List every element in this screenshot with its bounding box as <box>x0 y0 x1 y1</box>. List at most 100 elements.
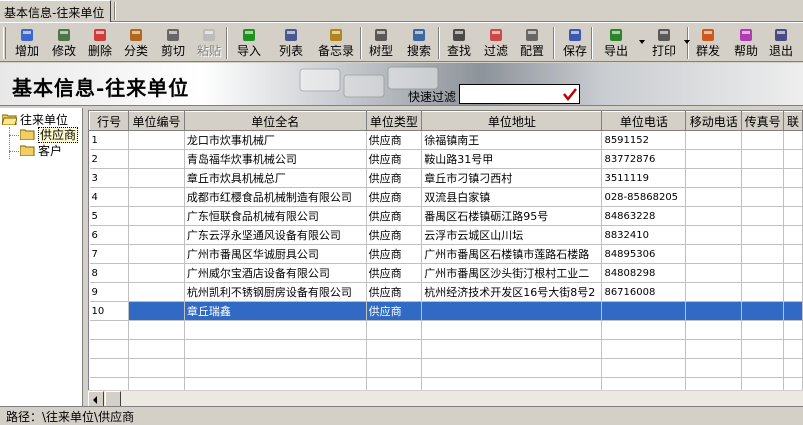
column-header[interactable]: 联 <box>783 111 803 131</box>
toolbar-button-config[interactable]: 配置 <box>516 25 548 61</box>
table-cell-no[interactable]: 2 <box>89 149 130 169</box>
table-cell-contact[interactable] <box>783 168 803 188</box>
table-row[interactable]: 8 广州威尔宝酒店设备有限公司 供应商 广州市番禺区沙头街汀根村工业二 84808298 <box>89 263 803 283</box>
table-cell-phone[interactable]: 028-85868205 <box>601 187 687 207</box>
table-cell-phone[interactable] <box>601 301 687 321</box>
column-header[interactable]: 单位编号 <box>128 111 185 131</box>
table-cell-phone[interactable]: 83772876 <box>601 149 687 169</box>
table-cell-mobile[interactable] <box>685 244 743 264</box>
table-cell-type[interactable]: 供应商 <box>366 282 423 302</box>
toolbar-button-tree[interactable]: 树型 <box>366 25 396 61</box>
table-cell-contact[interactable] <box>783 244 803 264</box>
table-cell-type[interactable]: 供应商 <box>366 225 423 245</box>
table-cell-contact[interactable] <box>783 130 803 150</box>
table-cell-no[interactable]: 8 <box>89 263 130 283</box>
toolbar-button-edit[interactable]: 修改 <box>47 25 81 61</box>
column-header[interactable]: 单位地址 <box>421 111 603 131</box>
table-cell-fax[interactable] <box>741 282 785 302</box>
tree-node-supplier[interactable]: 供应商 <box>19 127 79 143</box>
table-cell-type[interactable]: 供应商 <box>366 149 423 169</box>
table-cell-address[interactable]: 双流县白家镇 <box>421 187 603 207</box>
table-cell-contact[interactable] <box>783 225 803 245</box>
tree-node-customer[interactable]: 客户 <box>19 143 62 159</box>
table-cell-code[interactable] <box>128 149 185 169</box>
table-cell-address[interactable]: 广州市番禺区沙头街汀根村工业二 <box>421 263 603 283</box>
table-cell-phone[interactable]: 84895306 <box>601 244 687 264</box>
table-cell-code[interactable] <box>128 168 185 188</box>
table-cell-name[interactable]: 青岛福华炊事机械公司 <box>184 149 367 169</box>
toolbar-button-search[interactable]: 搜索 <box>402 25 436 61</box>
table-cell-no[interactable]: 5 <box>89 206 130 226</box>
table-cell-fax[interactable] <box>741 263 785 283</box>
table-cell-contact[interactable] <box>783 149 803 169</box>
table-cell-name[interactable]: 龙口市炊事机械厂 <box>184 130 367 150</box>
table-cell-mobile[interactable] <box>685 282 743 302</box>
table-cell-no[interactable]: 3 <box>89 168 130 188</box>
table-cell-address[interactable]: 广州市番禺区石楼镇市莲路石楼路 <box>421 244 603 264</box>
table-cell-code[interactable] <box>128 206 185 226</box>
table-cell-address[interactable]: 章丘市刁镇刁西村 <box>421 168 603 188</box>
table-cell-phone[interactable]: 84808298 <box>601 263 687 283</box>
toolbar-button-export[interactable]: 导出 <box>599 25 633 61</box>
table-cell-code[interactable] <box>128 187 185 207</box>
table-cell-fax[interactable] <box>741 244 785 264</box>
toolbar-button-save[interactable]: 保存 <box>560 25 590 61</box>
scroll-thumb[interactable] <box>105 391 121 407</box>
table-cell-fax[interactable] <box>741 149 785 169</box>
table-cell-phone[interactable]: 86716008 <box>601 282 687 302</box>
table-cell-no[interactable]: 1 <box>89 130 130 150</box>
export-dropdown-caret-icon[interactable] <box>639 40 645 44</box>
table-cell-name[interactable]: 杭州凯利不锈钢厨房设备有限公司 <box>184 282 367 302</box>
table-cell-code[interactable] <box>128 244 185 264</box>
table-cell-contact[interactable] <box>783 282 803 302</box>
checkmark-icon[interactable] <box>562 86 578 102</box>
table-cell-address[interactable]: 鞍山路31号甲 <box>421 149 603 169</box>
table-cell-no[interactable]: 4 <box>89 187 130 207</box>
print-dropdown-caret-icon[interactable] <box>684 40 690 44</box>
table-cell-name[interactable]: 广州威尔宝酒店设备有限公司 <box>184 263 367 283</box>
table-cell-fax[interactable] <box>741 187 785 207</box>
table-cell-name[interactable]: 章丘瑞鑫 <box>184 301 367 321</box>
table-cell-name[interactable]: 广州市番禺区华诚厨具公司 <box>184 244 367 264</box>
column-header[interactable]: 单位类型 <box>365 111 423 131</box>
table-cell-address[interactable] <box>421 301 603 321</box>
table-row[interactable]: 7 广州市番禺区华诚厨具公司 供应商 广州市番禺区石楼镇市莲路石楼路 84895306 <box>89 244 803 264</box>
toolbar-button-help[interactable]: 帮助 <box>730 25 762 61</box>
table-row[interactable]: 4 成都市红樱食品机械制造有限公司 供应商 双流县白家镇 028-85868205 <box>89 187 803 207</box>
table-cell-no[interactable]: 6 <box>89 225 130 245</box>
table-cell-no[interactable]: 7 <box>89 244 130 264</box>
toolbar-button-import[interactable]: 导入 <box>234 25 264 61</box>
table-cell-name[interactable]: 广东云浮永坚通风设备有限公司 <box>184 225 367 245</box>
table-cell-address[interactable]: 杭州经济技术开发区16号大街8号2 <box>421 282 603 302</box>
toolbar-button-print[interactable]: 打印 <box>647 25 681 61</box>
table-cell-code[interactable] <box>128 130 185 150</box>
table-cell-mobile[interactable] <box>685 149 743 169</box>
table-cell-fax[interactable] <box>741 225 785 245</box>
table-cell-name[interactable]: 章丘市炊具机械总厂 <box>184 168 367 188</box>
table-cell-type[interactable]: 供应商 <box>366 206 423 226</box>
table-cell-phone[interactable]: 84863228 <box>601 206 687 226</box>
table-row[interactable]: 3 章丘市炊具机械总厂 供应商 章丘市刁镇刁西村 3511119 <box>89 168 803 188</box>
toolbar-button-delete[interactable]: 删除 <box>84 25 116 61</box>
table-cell-phone[interactable]: 8591152 <box>601 130 687 150</box>
toolbar-button-list[interactable]: 列表 <box>275 25 307 61</box>
table-cell-mobile[interactable] <box>685 130 743 150</box>
table-cell-code[interactable] <box>128 301 185 321</box>
tab-basic-info[interactable]: 基本信息-往来单位 <box>0 0 112 22</box>
table-row[interactable]: 1 龙口市炊事机械厂 供应商 徐福镇南王 8591152 <box>89 130 803 150</box>
table-cell-type[interactable]: 供应商 <box>366 301 423 321</box>
column-header[interactable]: 单位电话 <box>601 111 687 131</box>
table-cell-mobile[interactable] <box>685 168 743 188</box>
toolbar-button-memo[interactable]: 备忘录 <box>313 25 359 61</box>
table-cell-address[interactable]: 番禺区石楼镇砺江路95号 <box>421 206 603 226</box>
toolbar-button-exit[interactable]: 退出 <box>766 25 796 61</box>
table-cell-address[interactable]: 徐福镇南王 <box>421 130 603 150</box>
table-cell-code[interactable] <box>128 225 185 245</box>
table-cell-name[interactable]: 广东恒联食品机械有限公司 <box>184 206 367 226</box>
table-cell-type[interactable]: 供应商 <box>366 244 423 264</box>
toolbar-button-binoculars[interactable]: 查找 <box>444 25 474 61</box>
table-cell-code[interactable] <box>128 263 185 283</box>
table-cell-type[interactable]: 供应商 <box>366 187 423 207</box>
table-cell-mobile[interactable] <box>685 225 743 245</box>
table-cell-mobile[interactable] <box>685 206 743 226</box>
